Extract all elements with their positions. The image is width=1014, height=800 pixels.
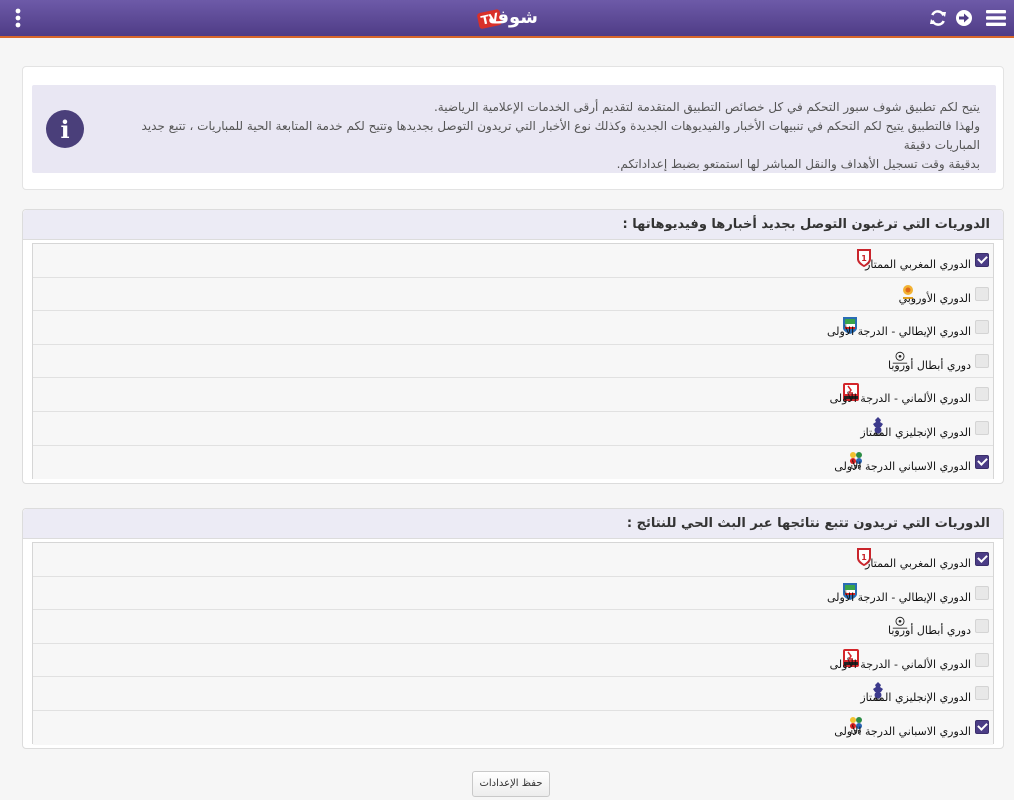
league-name: دوري أبطال أوروبا xyxy=(887,358,971,372)
checkbox-checked[interactable] xyxy=(975,552,989,566)
league-row[interactable]: 1 الدوري المغربي الممتاز xyxy=(33,244,993,278)
league-name: الدوري الإيطالي - الدرجة الأولى xyxy=(826,325,971,339)
intro-line-3: بدقيقة وقت تسجيل الأهداف والنقل المباشر … xyxy=(616,157,980,171)
league-name: دوري أبطال أوروبا xyxy=(887,624,971,638)
intro-card: i يتيح لكم تطبيق شوف سبور التحكم في كل خ… xyxy=(22,66,1004,190)
league-name: الدوري الألماني - الدرجة الأولى xyxy=(829,392,971,406)
checkbox-checked[interactable] xyxy=(975,454,989,469)
league-name: الدوري الأوروبي xyxy=(898,291,971,305)
hamburger-menu-icon[interactable] xyxy=(984,6,1008,30)
league-row[interactable]: الدوري الألماني - الدرجة الأولى xyxy=(33,378,993,412)
league-row[interactable]: دوري أبطال أوروبا xyxy=(33,610,993,644)
intro-line-2: ولهذا فالتطبيق يتيح لكم التحكم في تنبيها… xyxy=(141,119,980,152)
checkbox-unchecked[interactable] xyxy=(975,320,989,335)
league-row[interactable]: الدوري الأوروبي xyxy=(33,277,993,312)
checkbox-unchecked[interactable] xyxy=(975,420,989,435)
app-header: TV شوف xyxy=(0,0,1014,38)
league-row[interactable]: 1 الدوري المغربي الممتاز xyxy=(33,543,993,577)
checkbox-checked[interactable] xyxy=(975,253,989,267)
live-section-title: الدوريات التي تريدون تتبع نتائجها عبر ال… xyxy=(23,509,1003,539)
league-name: الدوري الإنجليزي الممتاز xyxy=(860,691,971,705)
league-name: الدوري الاسباني الدرجة الأولى xyxy=(834,724,971,738)
live-leagues-list: 1 الدوري المغربي الممتاز الدوري الإيطالي -… xyxy=(32,542,994,745)
league-row[interactable]: الدوري الإيطالي - الدرجة الأولى xyxy=(33,311,993,345)
forward-circle-icon[interactable] xyxy=(952,6,976,30)
league-name: الدوري المغربي الممتاز xyxy=(865,557,971,570)
checkbox-unchecked[interactable] xyxy=(975,585,989,600)
league-name: الدوري الألماني - الدرجة الأولى xyxy=(829,657,971,671)
league-row[interactable]: الدوري الإنجليزي الممتاز xyxy=(33,677,993,711)
live-results-section: الدوريات التي تريدون تتبع نتائجها عبر ال… xyxy=(22,508,1004,749)
checkbox-unchecked[interactable] xyxy=(975,686,989,701)
league-row[interactable]: الدوري الإيطالي - الدرجة الأولى xyxy=(33,576,993,611)
league-name: الدوري الإيطالي - الدرجة الأولى xyxy=(826,590,971,604)
logo-text: شوف xyxy=(488,7,538,28)
news-section-title: الدوريات التي ترغبون التوصل بجديد أخباره… xyxy=(23,210,1003,240)
league-row[interactable]: LFP الدوري الاسباني الدرجة الأولى xyxy=(33,710,993,745)
league-name: الدوري الاسباني الدرجة الأولى xyxy=(834,459,971,473)
save-settings-button[interactable]: حفظ الإعدادات xyxy=(472,771,550,797)
league-row[interactable]: الدوري الألماني - الدرجة الأولى xyxy=(33,643,993,678)
league-row[interactable]: دوري أبطال أوروبا xyxy=(33,344,993,379)
info-icon: i xyxy=(46,110,84,148)
refresh-icon[interactable] xyxy=(926,6,950,30)
info-box: i يتيح لكم تطبيق شوف سبور التحكم في كل خ… xyxy=(32,85,996,173)
news-leagues-section: الدوريات التي ترغبون التوصل بجديد أخباره… xyxy=(22,209,1004,484)
checkbox-unchecked[interactable] xyxy=(975,286,989,301)
more-options-icon[interactable] xyxy=(6,6,30,30)
league-row[interactable]: الدوري الإنجليزي الممتاز xyxy=(33,411,993,446)
intro-text: يتيح لكم تطبيق شوف سبور التحكم في كل خصا… xyxy=(100,98,980,174)
checkbox-checked[interactable] xyxy=(975,719,989,734)
checkbox-unchecked[interactable] xyxy=(975,387,989,402)
league-name: الدوري الإنجليزي الممتاز xyxy=(860,425,971,439)
news-leagues-list: 1 الدوري المغربي الممتاز الدوري الأوروبي ال… xyxy=(32,243,994,480)
intro-line-1: يتيح لكم تطبيق شوف سبور التحكم في كل خصا… xyxy=(433,100,980,114)
league-name: الدوري المغربي الممتاز xyxy=(865,258,971,271)
checkbox-unchecked[interactable] xyxy=(975,353,989,368)
checkbox-unchecked[interactable] xyxy=(975,619,989,634)
checkbox-unchecked[interactable] xyxy=(975,652,989,667)
league-row[interactable]: LFP الدوري الاسباني الدرجة الأولى xyxy=(33,445,993,480)
app-logo: TV شوف xyxy=(476,5,538,33)
